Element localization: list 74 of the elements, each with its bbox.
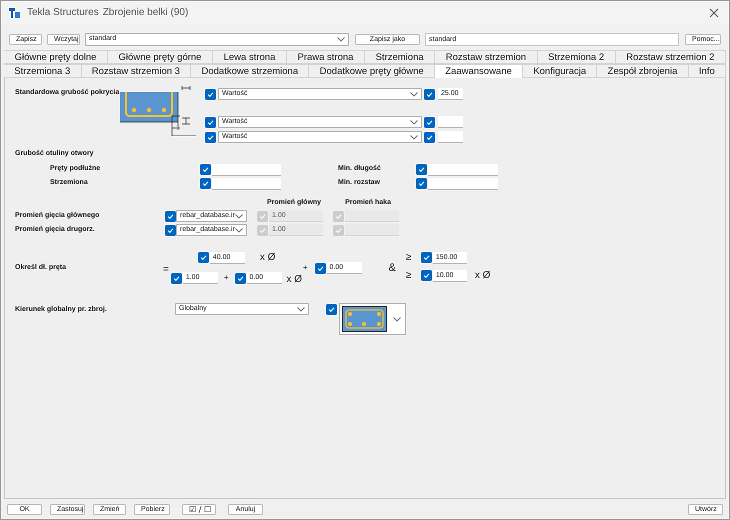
checkbox[interactable] [198,252,209,263]
chevron-down-icon [235,214,243,218]
check-icon [172,274,181,282]
tab[interactable]: Zespół zbrojenia [597,64,689,78]
tab[interactable]: Lewa strona [213,50,287,64]
checkbox[interactable] [170,272,182,284]
text-field[interactable] [428,164,498,176]
greater-equal-sign: ≥ [406,251,412,265]
chevron-down-icon [337,36,345,42]
tab[interactable]: Główne pręty dolne [4,50,108,64]
text-field[interactable] [438,131,463,143]
image-dropdown[interactable] [339,303,406,335]
checkbox[interactable] [205,88,216,100]
checkbox[interactable] [416,178,427,189]
tab[interactable]: Główne pręty górne [108,50,214,64]
checkbox[interactable] [424,132,435,142]
tab[interactable]: Dodatkowe strzemiona [191,64,310,78]
tab[interactable]: Prawa strona [286,50,366,64]
check-icon [236,274,245,282]
tab[interactable]: Zaawansowane [434,64,524,78]
checkbox[interactable] [165,210,176,222]
plus-sign: + [302,262,308,274]
multiply-diameter: x Ø [474,269,490,283]
tab[interactable]: Rozstaw strzemion [435,50,538,64]
checkbox[interactable] [205,132,216,142]
checkbox[interactable] [165,224,176,236]
tab[interactable]: Rozstaw strzemion 2 [616,50,726,64]
greater-equal-sign: ≥ [406,269,412,283]
multiply-diameter: x Ø [260,251,276,265]
ampersand: & [388,260,396,276]
checkbox[interactable] [420,270,432,281]
plus-sign: + [224,272,229,284]
chevron-down-icon [410,92,418,96]
checkbox[interactable] [200,164,211,175]
tab[interactable]: Strzemiona 3 [4,64,82,78]
text-field[interactable] [212,178,281,190]
section-preview-drawing [342,306,387,332]
tab[interactable]: Konfiguracja [523,64,598,78]
tab[interactable]: Strzemiona 2 [538,50,616,64]
app-name: Tekla Structures [27,6,99,20]
window-title: Zbrojenie belki (90) [102,6,188,20]
checkbox[interactable] [424,116,435,128]
checkbox[interactable] [326,304,337,315]
chevron-down-icon [410,120,418,124]
check-icon [316,264,325,272]
text-field[interactable] [428,178,498,190]
close-icon[interactable] [709,8,719,18]
check-icon [425,90,434,98]
chevron-down-icon [297,306,305,312]
text-field[interactable] [212,164,281,176]
chevron-down-icon [235,228,243,232]
tab[interactable]: Rozstaw strzemion 3 [82,64,192,78]
check-icon [198,253,208,262]
chevron-down-icon [410,134,418,140]
text-field[interactable] [345,210,399,222]
checkbox[interactable] [314,262,326,274]
tab[interactable]: Strzemiona [365,50,436,64]
checkbox[interactable] [416,164,427,175]
button[interactable]: ☑ / ☐ [182,504,216,515]
chevron-down-icon [393,316,401,322]
checkbox[interactable] [424,88,435,100]
text-field[interactable] [438,116,463,128]
multiply-diameter: x Ø [286,273,302,287]
tab[interactable]: Info [688,64,726,78]
text-field[interactable] [345,224,399,236]
checkbox[interactable] [420,252,432,263]
equals-sign: = [163,262,169,276]
tab[interactable]: Dodatkowe pręty główne [309,64,435,78]
checkbox[interactable] [205,116,216,128]
check-icon [206,90,215,98]
check-icon [327,305,336,314]
checkbox[interactable] [234,272,246,284]
checkbox[interactable] [200,178,211,189]
app-icon [9,8,20,18]
